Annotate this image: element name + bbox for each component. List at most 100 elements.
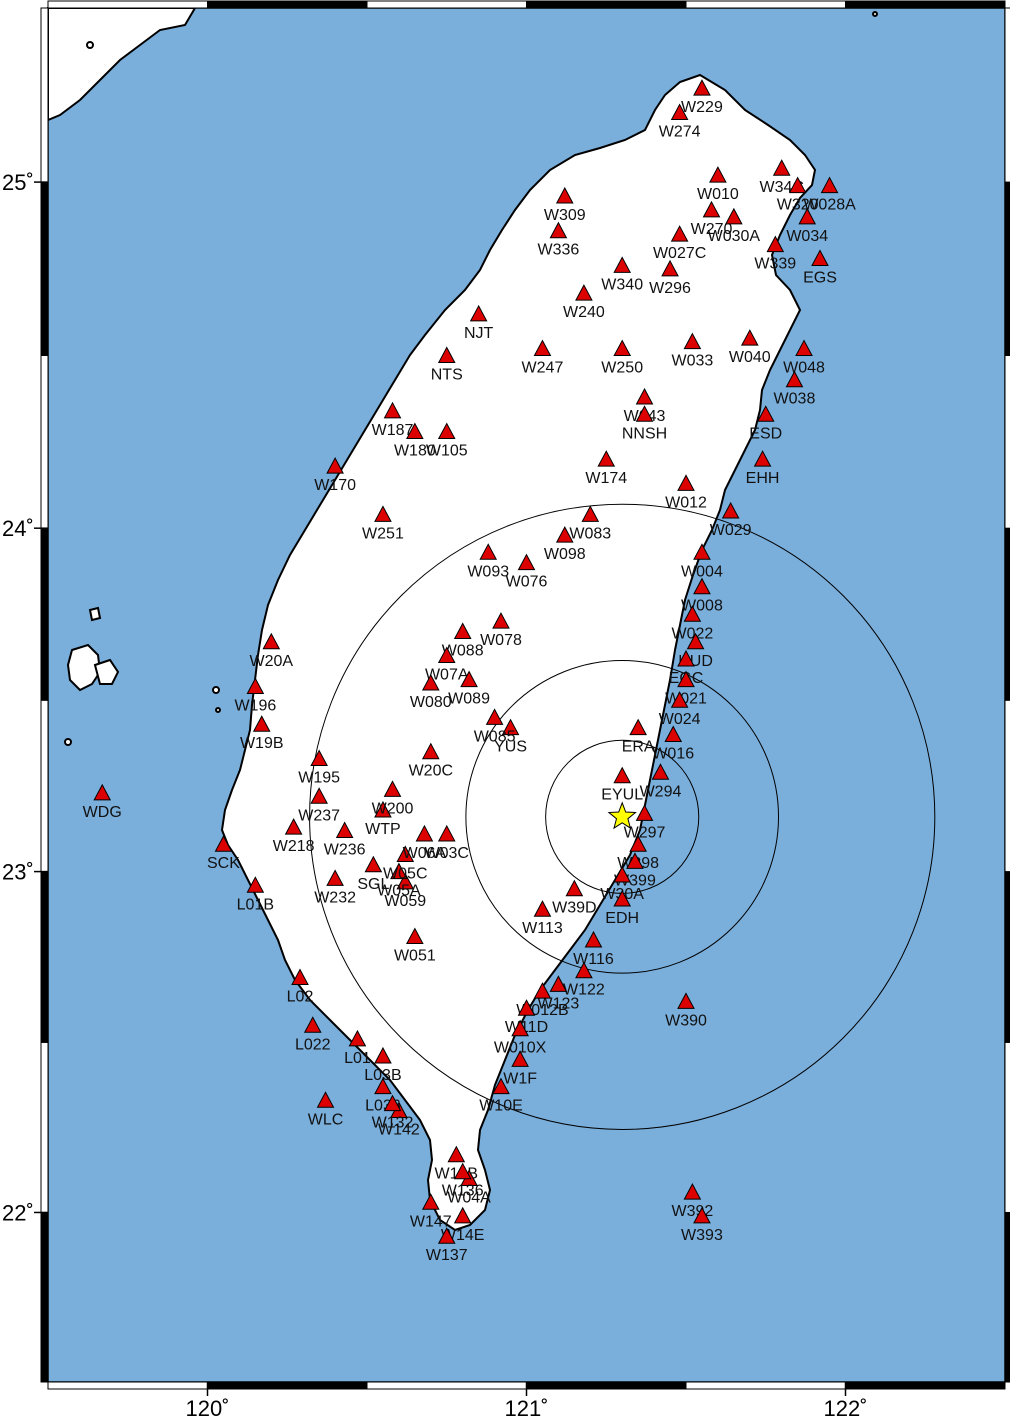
station-label: W113: [522, 920, 563, 937]
station-label: W309: [544, 207, 586, 224]
station-label: W051: [394, 948, 436, 965]
station-label: WTP: [365, 821, 401, 838]
station-label: W232: [314, 889, 356, 906]
station-label: W024: [659, 711, 701, 728]
frame-bar-left: [40, 1211, 49, 1383]
frame-bar-left: [40, 871, 49, 1043]
islet-a: [212, 686, 220, 694]
x-tick-label: 120˚: [185, 1396, 229, 1420]
islet-c: [64, 738, 72, 746]
station-label: W048: [783, 360, 825, 377]
station-label: W274: [659, 124, 701, 141]
station-label: W340: [601, 276, 643, 293]
station-label: SCK: [207, 855, 240, 872]
y-tick-label: 24˚: [2, 516, 34, 541]
station-label: W187: [372, 422, 414, 439]
station-label: ESD: [749, 425, 782, 442]
station-label: NJT: [464, 325, 494, 342]
station-label: W085: [474, 728, 516, 745]
frame-bar-right: [1004, 7, 1010, 183]
frame-bar-bottom: [526, 1381, 687, 1390]
station-label: L01: [344, 1050, 371, 1067]
islet-e: [872, 11, 878, 17]
y-tick-label: 23˚: [2, 860, 34, 885]
station-label: W016: [652, 746, 694, 763]
frame-bar-right: [1004, 1211, 1010, 1383]
station-label: W033: [671, 353, 713, 370]
station-label: W080: [410, 694, 452, 711]
station-label: W39D: [552, 900, 596, 917]
station-label: EDH: [605, 910, 639, 927]
station-label: W089: [448, 691, 490, 708]
station-label: W010: [697, 186, 739, 203]
islet-d: [86, 41, 94, 49]
frame-bar-bottom: [207, 1381, 368, 1390]
station-label: W240: [563, 304, 605, 321]
frame-bar-left: [40, 527, 49, 701]
frame-bar-bottom: [47, 1381, 208, 1390]
station-label: W029: [710, 522, 752, 539]
station-label: W339: [754, 256, 796, 273]
station-label: W237: [298, 807, 340, 824]
station-label: W038: [774, 391, 816, 408]
station-label: W030A: [708, 228, 761, 245]
frame-bar-right: [1004, 699, 1010, 873]
station-label: WDG: [83, 804, 122, 821]
islet-b: [215, 707, 221, 713]
frame-bar-bottom: [845, 1381, 1006, 1390]
frame-bar-top: [366, 0, 527, 9]
station-label: W004: [681, 563, 723, 580]
station-label: W1F: [503, 1070, 537, 1087]
frame-bar-left: [40, 7, 49, 183]
frame-bar-bottom: [366, 1381, 527, 1390]
station-label: W195: [298, 770, 340, 787]
station-label: W218: [273, 838, 315, 855]
frame-bar-left: [40, 181, 49, 356]
station-label: W05C: [383, 865, 427, 882]
frame-bar-left: [40, 1041, 49, 1213]
station-label: W132: [372, 1115, 414, 1132]
station-label: EHH: [746, 470, 780, 487]
station-label: W034: [786, 228, 828, 245]
station-label: W393: [681, 1227, 723, 1244]
station-label: W098: [544, 546, 586, 563]
station-label: NNSH: [622, 425, 667, 442]
frame-bar-right: [1004, 354, 1010, 529]
station-label: W137: [426, 1247, 468, 1264]
station-label: W116: [573, 951, 614, 968]
frame-bar-top: [526, 0, 687, 9]
station-label: W012: [665, 494, 707, 511]
station-label: W336: [538, 242, 580, 259]
station-label: ERA: [622, 739, 655, 756]
station-label: W251: [362, 525, 404, 542]
station-label: W027C: [653, 245, 706, 262]
frame-bar-left: [40, 699, 49, 873]
station-label: W294: [640, 783, 682, 800]
frame-bar-right: [1004, 871, 1010, 1043]
station-label: W105: [426, 443, 468, 460]
frame-bar-right: [1004, 527, 1010, 701]
station-label: W136: [442, 1183, 484, 1200]
frame-bar-bottom: [685, 1381, 846, 1390]
station-label: EGS: [803, 269, 837, 286]
station-label: W200: [372, 800, 414, 817]
station-label: W196: [234, 697, 276, 714]
station-label: W040: [729, 349, 771, 366]
station-label: EYUL: [601, 787, 643, 804]
frame-bar-right: [1004, 1041, 1010, 1213]
station-label: NTS: [431, 366, 463, 383]
station-label: W093: [467, 563, 509, 580]
station-label: W008: [681, 598, 723, 615]
station-label: W20C: [409, 763, 453, 780]
station-label: W06A: [403, 845, 447, 862]
station-label: W247: [522, 360, 564, 377]
frame-bar-top: [207, 0, 368, 9]
station-label: WLC: [308, 1111, 344, 1128]
station-label: W20A: [250, 653, 294, 670]
station-label: L01B: [237, 896, 274, 913]
station-label: W320: [777, 197, 819, 214]
y-tick-label: 25˚: [2, 170, 34, 195]
x-tick-label: 122˚: [823, 1396, 867, 1420]
station-label: W296: [649, 280, 691, 297]
station-label: W390: [665, 1012, 707, 1029]
